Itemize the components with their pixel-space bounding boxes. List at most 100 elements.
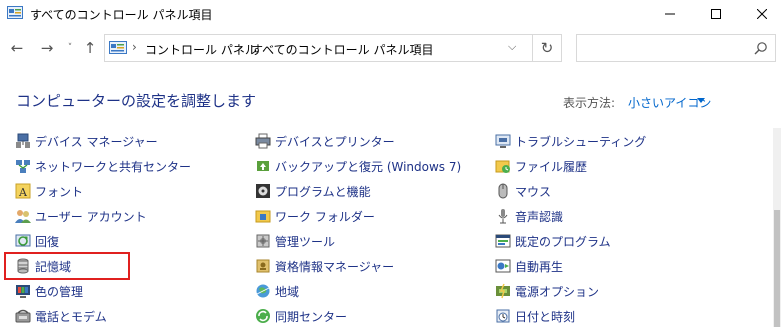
- control-panel-item[interactable]: ユーザー アカウント: [15, 205, 147, 227]
- up-button[interactable]: ↑: [80, 38, 100, 58]
- highlight-box: [4, 252, 130, 280]
- up-arrow-icon: ↑: [83, 39, 97, 57]
- item-label: 既定のプログラム: [515, 234, 611, 249]
- minimize-button[interactable]: [647, 0, 693, 28]
- printer-icon: [255, 133, 271, 149]
- address-dropdown-icon[interactable]: ⌵: [508, 40, 516, 54]
- control-panel-item[interactable]: 回復: [15, 230, 59, 252]
- control-panel-item[interactable]: 電源オプション: [495, 280, 599, 302]
- admin-tools-icon: [255, 233, 271, 249]
- file-history-icon: [495, 158, 511, 174]
- mouse-icon: [495, 183, 511, 199]
- item-label: プログラムと機能: [275, 184, 371, 199]
- item-label: 自動再生: [515, 259, 564, 274]
- control-panel-icon: [7, 6, 23, 19]
- user-accounts-icon: [15, 208, 31, 224]
- maximize-icon: [711, 9, 721, 19]
- control-panel-item[interactable]: トラブルシューティング: [495, 130, 646, 152]
- item-label: ワーク フォルダー: [275, 209, 375, 224]
- item-label: 電話とモデム: [35, 309, 107, 324]
- clock-icon: [495, 308, 511, 324]
- refresh-button[interactable]: ↻: [533, 34, 562, 62]
- search-input[interactable]: [576, 34, 776, 62]
- item-label: 音声認識: [515, 209, 564, 224]
- close-button[interactable]: [739, 0, 781, 28]
- control-panel-item[interactable]: 地域: [255, 280, 299, 302]
- scrollbar-thumb[interactable]: [774, 210, 780, 327]
- item-label: ユーザー アカウント: [35, 209, 147, 224]
- backup-icon: [255, 158, 271, 174]
- item-label: 地域: [275, 284, 300, 299]
- search-icon: [754, 42, 767, 55]
- region-icon: [255, 283, 271, 299]
- address-bar[interactable]: › コントロール パネル › すべてのコントロール パネル項目 ⌵: [104, 34, 533, 62]
- item-label: バックアップと復元 (Windows 7): [275, 159, 462, 174]
- recent-locations-button[interactable]: ˅: [63, 38, 77, 58]
- item-label: 色の管理: [35, 284, 84, 299]
- view-by-label: 表示方法:: [563, 96, 616, 110]
- troubleshoot-icon: [495, 133, 511, 149]
- breadcrumb-separator[interactable]: ›: [132, 40, 137, 54]
- color-management-icon: [15, 283, 31, 299]
- control-panel-item[interactable]: デバイスとプリンター: [255, 130, 395, 152]
- item-label: 回復: [35, 234, 60, 249]
- work-folders-icon: [255, 208, 271, 224]
- chevron-down-icon[interactable]: [697, 98, 705, 103]
- minimize-icon: [665, 13, 675, 15]
- default-programs-icon: [495, 233, 511, 249]
- control-panel-item[interactable]: ファイル履歴: [495, 155, 587, 177]
- sync-icon: [255, 308, 271, 324]
- item-label: ネットワークと共有センター: [35, 159, 192, 174]
- control-panel-item[interactable]: 同期センター: [255, 305, 347, 327]
- phone-modem-icon: [15, 308, 31, 324]
- recovery-icon: [15, 233, 31, 249]
- svg-text:A: A: [18, 186, 28, 199]
- control-panel-item[interactable]: 資格情報マネージャー: [255, 255, 394, 277]
- forward-button[interactable]: →: [36, 38, 58, 58]
- power-icon: [495, 283, 511, 299]
- item-label: 日付と時刻: [515, 309, 576, 324]
- control-panel-item[interactable]: 日付と時刻: [495, 305, 575, 327]
- item-label: 資格情報マネージャー: [275, 259, 395, 274]
- control-panel-item[interactable]: プログラムと機能: [255, 180, 371, 202]
- item-label: 管理ツール: [275, 234, 336, 249]
- control-panel-item[interactable]: 管理ツール: [255, 230, 335, 252]
- fonts-icon: A: [15, 183, 31, 199]
- breadcrumb-all-items[interactable]: すべてのコントロール パネル項目: [251, 41, 434, 58]
- control-panel-item[interactable]: ネットワークと共有センター: [15, 155, 191, 177]
- item-label: 同期センター: [275, 309, 348, 324]
- control-panel-item[interactable]: 電話とモデム: [15, 305, 107, 327]
- control-panel-item[interactable]: 色の管理: [15, 280, 83, 302]
- control-panel-item[interactable]: デバイス マネージャー: [15, 130, 158, 152]
- control-panel-item[interactable]: マウス: [495, 180, 551, 202]
- control-panel-item[interactable]: ワーク フォルダー: [255, 205, 375, 227]
- item-label: ファイル履歴: [515, 159, 588, 174]
- control-panel-item[interactable]: 自動再生: [495, 255, 563, 277]
- page-title: コンピューターの設定を調整します: [16, 92, 257, 110]
- credential-icon: [255, 258, 271, 274]
- autoplay-icon: [495, 258, 511, 274]
- back-button[interactable]: ←: [6, 38, 28, 58]
- item-label: デバイス マネージャー: [35, 134, 158, 149]
- breadcrumb-separator[interactable]: ›: [237, 40, 242, 54]
- control-panel-item[interactable]: A フォント: [15, 180, 83, 202]
- refresh-icon: ↻: [540, 39, 554, 57]
- item-label: トラブルシューティング: [515, 134, 647, 149]
- control-panel-item[interactable]: 音声認識: [495, 205, 563, 227]
- microphone-icon: [495, 208, 511, 224]
- title-bar: すべてのコントロール パネル項目: [0, 0, 781, 28]
- network-icon: [15, 158, 31, 174]
- control-panel-item[interactable]: 既定のプログラム: [495, 230, 611, 252]
- navigation-bar: ← → ˅ ↑ › コントロール パネル › すべてのコントロール パネル項目 …: [0, 28, 781, 68]
- device-manager-icon: [15, 133, 31, 149]
- forward-arrow-icon: →: [40, 39, 54, 57]
- back-arrow-icon: ←: [10, 39, 24, 57]
- control-panel-item[interactable]: バックアップと復元 (Windows 7): [255, 155, 461, 177]
- control-panel-icon: [109, 41, 127, 54]
- maximize-button[interactable]: [693, 0, 739, 28]
- item-label: フォント: [35, 184, 84, 199]
- chevron-down-icon: ˅: [67, 43, 73, 53]
- item-label: 電源オプション: [515, 284, 600, 299]
- close-icon: [757, 9, 767, 19]
- vertical-scrollbar[interactable]: [773, 128, 781, 327]
